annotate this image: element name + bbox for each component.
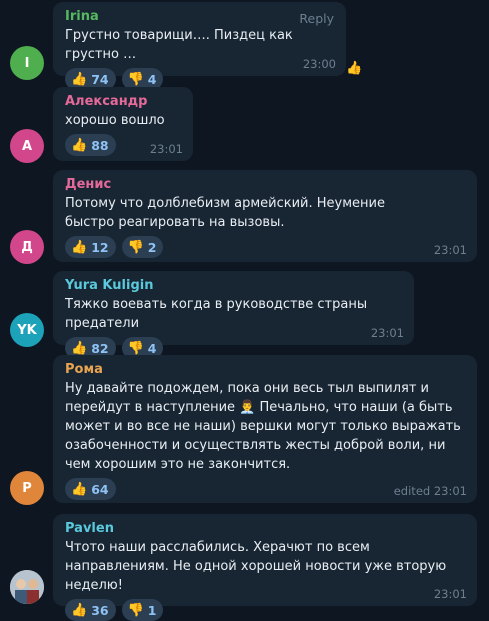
avatar-letter: YK: [17, 322, 37, 338]
avatar[interactable]: Д: [10, 230, 44, 264]
like-count: 82: [91, 340, 109, 356]
reaction-dislike[interactable]: 👎 2: [121, 236, 164, 258]
like-count: 12: [91, 239, 109, 255]
message-time: 23:01: [149, 142, 183, 156]
message-text: хорошо вошло: [65, 113, 165, 128]
avatar[interactable]: А: [10, 129, 44, 163]
thumbs-up-icon: 👍: [71, 239, 88, 255]
avatar-letter: I: [24, 55, 30, 71]
sender-name[interactable]: Рома: [65, 361, 465, 378]
sender-name[interactable]: Pavlen: [65, 520, 465, 537]
avatar[interactable]: Р: [10, 471, 44, 505]
sender-name[interactable]: Александр: [65, 93, 181, 110]
reaction-dislike[interactable]: 👎 1: [121, 599, 164, 621]
reaction-like[interactable]: 👍 64: [65, 478, 116, 500]
sender-name[interactable]: Irina: [65, 8, 334, 25]
like-count: 74: [91, 71, 109, 87]
message-text: Ну давайте подождем, пока они весь тыл в…: [65, 381, 461, 472]
thumbs-down-icon: 👎: [127, 71, 144, 87]
like-count: 64: [91, 481, 109, 497]
message-text: Потому что долблебизм армейский. Неумени…: [65, 196, 385, 230]
reactions: 👍 36 👎 1: [65, 599, 465, 621]
like-count: 88: [91, 137, 109, 153]
thumbs-up-icon: 👍: [71, 481, 88, 497]
avatar[interactable]: I: [10, 46, 44, 80]
message-text: Тяжко воевать когда в руководстве страны…: [65, 297, 368, 331]
dislike-count: 2: [147, 239, 157, 255]
thumbs-down-icon: 👎: [127, 340, 144, 356]
message-bubble[interactable]: Irina Грустно товарищи…. Пиздец как грус…: [53, 2, 346, 90]
reaction-like[interactable]: 👍 88: [65, 134, 116, 156]
message-bubble[interactable]: Денис Потому что долблебизм армейский. Н…: [53, 170, 477, 262]
avatar-letter: А: [21, 138, 33, 154]
thumbs-up-icon: 👍: [71, 340, 88, 356]
avatar-letter: Р: [22, 480, 32, 496]
message-time: 23:00: [302, 57, 336, 71]
thumbs-down-icon: 👎: [127, 602, 144, 618]
like-count: 36: [91, 602, 109, 618]
sender-name[interactable]: Денис: [65, 176, 465, 193]
sender-name[interactable]: Yura Kuligin: [65, 277, 402, 294]
reactions: 👍 12 👎 2: [65, 236, 465, 258]
avatar[interactable]: YK: [10, 313, 44, 347]
dislike-count: 4: [147, 340, 157, 356]
message-bubble[interactable]: Pavlen Чтото наши расслабились. Херачют …: [53, 514, 477, 621]
reaction-like[interactable]: 👍 36: [65, 599, 116, 621]
message-bubble[interactable]: Александр хорошо вошло 👍 88 23:01: [53, 87, 193, 161]
message-bubble[interactable]: Рома Ну давайте подождем, пока они весь …: [53, 355, 477, 503]
thumbs-up-icon: 👍: [71, 602, 88, 618]
thumbs-up-icon: 👍: [71, 71, 88, 87]
message-time: 23:01: [370, 326, 404, 340]
message-text: Чтото наши расслабились. Херачют по всем…: [65, 540, 447, 593]
message-time: 23:01: [433, 587, 467, 601]
avatar-photo-icon: [10, 570, 44, 604]
dislike-count: 1: [147, 602, 157, 618]
avatar[interactable]: [10, 570, 44, 604]
thumbs-up-icon: 👍: [71, 137, 88, 153]
thumbs-up-icon[interactable]: 👍: [346, 61, 362, 76]
message-bubble[interactable]: Yura Kuligin Тяжко воевать когда в руков…: [53, 271, 414, 359]
thumbs-down-icon: 👎: [127, 239, 144, 255]
avatar-letter: Д: [21, 239, 33, 255]
message-time: edited 23:01: [393, 484, 467, 498]
reaction-like[interactable]: 👍 12: [65, 236, 116, 258]
dislike-count: 4: [147, 71, 157, 87]
message-time: 23:01: [433, 243, 467, 257]
reply-button[interactable]: Reply: [299, 11, 334, 26]
message-text: Грустно товарищи…. Пиздец как грустно …: [65, 28, 293, 62]
